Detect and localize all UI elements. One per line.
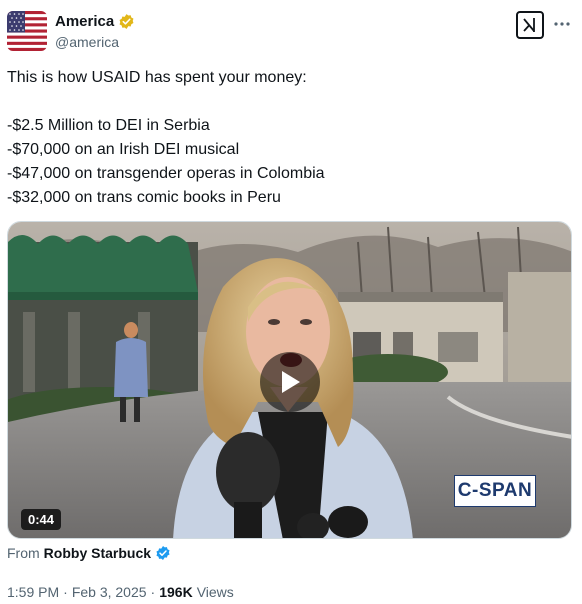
tweet-time[interactable]: 1:59 PM: [7, 584, 59, 600]
more-dots-icon: [554, 22, 570, 26]
more-options-button[interactable]: [550, 14, 574, 34]
tweet-meta: 1:59 PM · Feb 3, 2025 · 196K Views: [7, 584, 234, 600]
grok-button[interactable]: [516, 11, 544, 39]
views-count: 196K: [159, 584, 193, 600]
tweet-text: This is how USAID has spent your money: …: [7, 66, 567, 210]
meta-separator: ·: [63, 584, 68, 600]
play-button[interactable]: [260, 352, 320, 412]
us-flag-icon: [7, 11, 47, 51]
tweet-line: -$32,000 on trans comic books in Peru: [7, 189, 281, 206]
attribution-prefix: From: [7, 545, 40, 561]
tweet-line: -$47,000 on transgender operas in Colomb…: [7, 165, 325, 182]
cspan-watermark: C-SPAN: [454, 475, 536, 507]
attribution-name-link[interactable]: Robby Starbuck: [44, 545, 151, 561]
video-attribution: From Robby Starbuck: [7, 545, 171, 561]
author-handle[interactable]: @america: [55, 34, 119, 50]
avatar-us-flag[interactable]: [7, 11, 47, 51]
verified-blue-badge-icon: [156, 546, 170, 560]
views-label: Views: [196, 584, 234, 600]
grok-icon: [523, 18, 535, 32]
author-name-row[interactable]: America: [55, 13, 135, 30]
author-display-name[interactable]: America: [55, 13, 114, 30]
verified-gold-badge-icon: [119, 14, 134, 29]
tweet-line: -$2.5 Million to DEI in Serbia: [7, 117, 210, 134]
meta-separator: ·: [150, 584, 156, 600]
video-player[interactable]: 0:44 C-SPAN: [7, 221, 572, 539]
video-duration: 0:44: [21, 509, 62, 530]
tweet-line: -$70,000 on an Irish DEI musical: [7, 141, 240, 158]
tweet-line: This is how USAID has spent your money:: [7, 69, 307, 86]
play-icon: [282, 371, 300, 393]
tweet-date[interactable]: Feb 3, 2025: [72, 584, 147, 600]
